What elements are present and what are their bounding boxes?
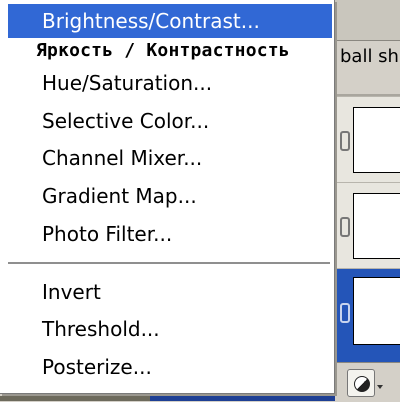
palette-header <box>335 0 400 41</box>
menu-item-photo-filter[interactable]: Photo Filter... <box>8 217 332 251</box>
layer-mask-thumbnail[interactable] <box>353 277 400 345</box>
layer-row-selected[interactable] <box>335 268 400 363</box>
menu-item-threshold[interactable]: Threshold... <box>8 312 332 346</box>
menu-item-gradient-map[interactable]: Gradient Map... <box>8 179 332 213</box>
menu-item-selective-color[interactable]: Selective Color... <box>8 104 332 138</box>
link-icon <box>340 217 350 237</box>
menu-item-invert[interactable]: Invert <box>8 275 332 309</box>
layer-row[interactable] <box>335 182 400 269</box>
dropdown-caret-icon[interactable] <box>377 385 383 389</box>
adjustment-layer-button[interactable] <box>347 369 375 397</box>
link-icon <box>340 303 350 323</box>
palette-footer <box>335 362 400 402</box>
layer-mask-thumbnail[interactable] <box>353 193 400 259</box>
layer-row[interactable] <box>335 96 400 183</box>
menu-item-posterize[interactable]: Posterize... <box>8 350 332 384</box>
menu-item-channel-mixer[interactable]: Channel Mixer... <box>8 141 332 175</box>
link-icon <box>340 131 350 151</box>
russian-annotation: Яркость / Контрастность <box>36 40 290 61</box>
menu-item-hue-saturation[interactable]: Hue/Saturation... <box>8 66 332 100</box>
menu-item-brightness-contrast[interactable]: Brightness/Contrast... <box>8 4 332 38</box>
image-canvas-edge <box>0 396 150 401</box>
layer-mask-thumbnail[interactable] <box>353 107 400 173</box>
adjustment-menu: Brightness/Contrast... Яркость / Контрас… <box>0 0 335 394</box>
half-circle-adjustment-icon <box>354 376 370 392</box>
taskbar-edge <box>150 396 335 401</box>
menu-separator <box>8 262 330 264</box>
palette-partial-label: ball sh <box>340 46 399 67</box>
